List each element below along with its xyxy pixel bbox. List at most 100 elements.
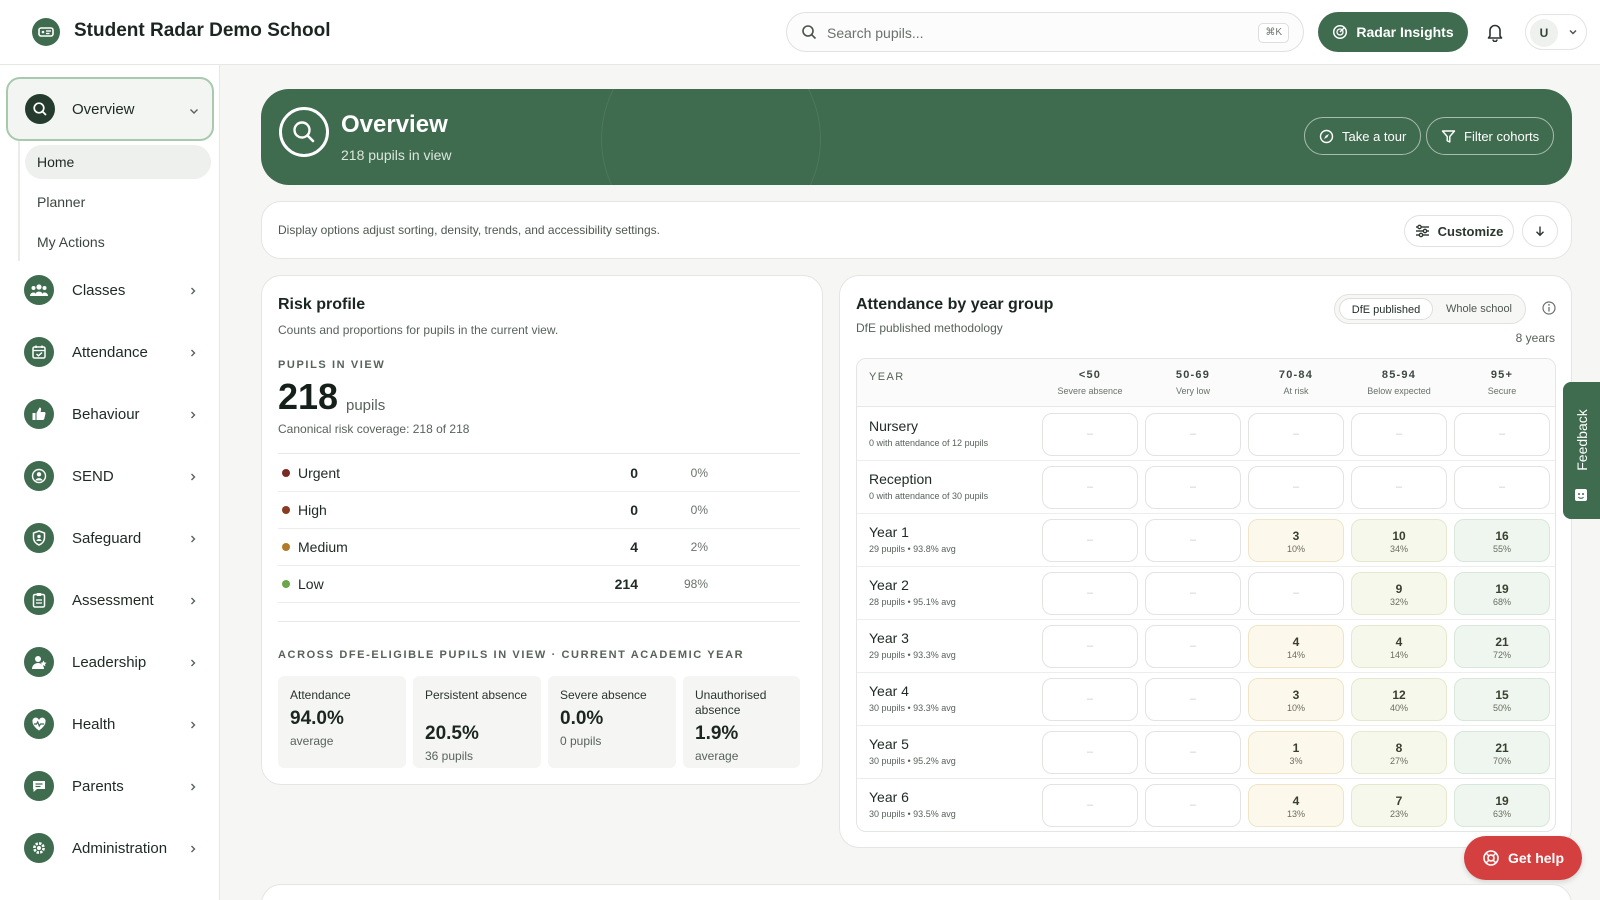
sidebar-item-overview[interactable]: Overview [6, 77, 214, 141]
attendance-cell[interactable]: 9 32% [1351, 572, 1447, 615]
attendance-cell[interactable]: 4 14% [1351, 625, 1447, 668]
year-row[interactable]: Year 4 30 pupils • 93.3% avg – –3 10% 12 40% 15… [857, 673, 1555, 726]
attendance-cell[interactable]: 4 14% [1248, 625, 1344, 668]
sidebar-item-parents[interactable]: Parents [16, 767, 206, 807]
attendance-cell[interactable]: 21 70% [1454, 731, 1550, 774]
cell-percent: 10% [1286, 544, 1305, 554]
attendance-cell[interactable]: – [1145, 731, 1241, 774]
download-button[interactable] [1522, 215, 1558, 247]
sidebar-item-health[interactable]: Health [16, 705, 206, 745]
attendance-cell[interactable]: 21 72% [1454, 625, 1550, 668]
attendance-cell[interactable]: – [1145, 678, 1241, 721]
attendance-cell[interactable]: 3 10% [1248, 678, 1344, 721]
chevron-down-icon [190, 109, 198, 114]
risk-row-urgent[interactable]: Urgent 0 0% [278, 455, 800, 492]
attendance-cell[interactable]: – [1351, 413, 1447, 456]
toggle-whole-school[interactable]: Whole school [1435, 298, 1523, 320]
attendance-cell[interactable]: – [1042, 731, 1138, 774]
year-row[interactable]: Nursery 0 with attendance of 12 pupils – – –… [857, 408, 1555, 461]
risk-dot [282, 580, 290, 588]
attendance-cell[interactable]: – [1351, 466, 1447, 509]
risk-pct: 0% [690, 466, 708, 480]
feedback-tab[interactable]: Feedback [1563, 382, 1600, 519]
risk-row-medium[interactable]: Medium 4 2% [278, 529, 800, 566]
attendance-cell[interactable]: 7 23% [1351, 784, 1447, 827]
year-row[interactable]: Year 6 30 pupils • 93.5% avg – –4 13% 7 23% 19 6… [857, 779, 1555, 831]
attendance-cell[interactable]: – [1042, 572, 1138, 615]
cell-percent: 70% [1492, 756, 1511, 766]
attendance-cell[interactable]: – [1042, 466, 1138, 509]
attendance-cell[interactable]: 8 27% [1351, 731, 1447, 774]
attendance-cell[interactable]: – [1145, 519, 1241, 562]
sidebar-item-classes[interactable]: Classes [16, 271, 206, 311]
attendance-cell[interactable]: 16 55% [1454, 519, 1550, 562]
cell-percent: 14% [1389, 650, 1408, 660]
sidebar-subitem-my-actions[interactable]: My Actions [25, 225, 211, 259]
band-header[interactable]: 70-84 At risk [1248, 369, 1344, 396]
year-row[interactable]: Year 1 29 pupils • 93.8% avg – –3 10% 10 34% 16… [857, 514, 1555, 567]
sidebar-item-send[interactable]: SEND [16, 457, 206, 497]
attendance-cell[interactable]: – [1042, 784, 1138, 827]
get-help-button[interactable]: Get help [1464, 836, 1582, 880]
attendance-cell[interactable]: 3 10% [1248, 519, 1344, 562]
attendance-cell[interactable]: 12 40% [1351, 678, 1447, 721]
user-menu[interactable]: U [1525, 14, 1587, 50]
band-header[interactable]: <50 Severe absence [1042, 369, 1138, 396]
toggle-dfe-published[interactable]: DfE published [1339, 298, 1433, 320]
attendance-cell[interactable]: 19 68% [1454, 572, 1550, 615]
attendance-cell[interactable]: 19 63% [1454, 784, 1550, 827]
cell-count: 10 [1392, 529, 1406, 543]
take-tour-button[interactable]: Take a tour [1304, 117, 1422, 155]
bell-icon[interactable] [1486, 22, 1504, 42]
attendance-cell[interactable]: – [1145, 466, 1241, 509]
radar-insights-button[interactable]: Radar Insights [1318, 12, 1468, 52]
attendance-cell[interactable]: – [1042, 678, 1138, 721]
attendance-cell[interactable]: 4 13% [1248, 784, 1344, 827]
sidebar-item-attendance[interactable]: Attendance [16, 333, 206, 373]
attendance-cell[interactable]: – [1145, 625, 1241, 668]
band-header[interactable]: 50-69 Very low [1145, 369, 1241, 396]
attendance-cell[interactable]: – [1454, 413, 1550, 456]
logo[interactable] [32, 18, 60, 46]
attendance-cell[interactable]: 15 50% [1454, 678, 1550, 721]
year-row[interactable]: Year 3 29 pupils • 93.3% avg – –4 14% 4 14% 21 7… [857, 620, 1555, 673]
attendance-cell[interactable]: – [1145, 413, 1241, 456]
attendance-cell[interactable]: – [1145, 572, 1241, 615]
year-row[interactable]: Reception 0 with attendance of 30 pupils –… [857, 461, 1555, 514]
risk-row-high[interactable]: High 0 0% [278, 492, 800, 529]
risk-row-low[interactable]: Low 214 98% [278, 566, 800, 603]
attendance-cell[interactable]: – [1248, 466, 1344, 509]
cell-percent: 34% [1389, 544, 1408, 554]
attendance-cell[interactable]: – [1145, 784, 1241, 827]
info-icon[interactable] [1542, 301, 1556, 315]
attendance-cell[interactable]: – [1248, 413, 1344, 456]
lifebuoy-icon [1483, 850, 1499, 866]
band-header[interactable]: 95+ Secure [1454, 369, 1550, 396]
sidebar-subitem-planner[interactable]: Planner [25, 185, 211, 219]
attendance-cell[interactable]: – [1042, 413, 1138, 456]
attendance-cell[interactable]: 10 34% [1351, 519, 1447, 562]
year-row[interactable]: Year 2 28 pupils • 95.1% avg – – –9 32% 19 68% [857, 567, 1555, 620]
attendance-cell[interactable]: – [1042, 625, 1138, 668]
year-name: Year 6 [869, 789, 909, 805]
stat-label: Severe absence [560, 688, 647, 702]
sidebar-item-leadership[interactable]: Leadership [16, 643, 206, 683]
search-input[interactable] [827, 22, 1227, 44]
sidebar-subitem-home[interactable]: Home [25, 145, 211, 179]
attendance-cell[interactable]: – [1042, 519, 1138, 562]
year-row[interactable]: Year 5 30 pupils • 95.2% avg – –1 3% 8 27% 21 70… [857, 726, 1555, 779]
sidebar-item-assessment[interactable]: Assessment [16, 581, 206, 621]
customize-button[interactable]: Customize [1404, 215, 1514, 247]
sidebar-item-administration[interactable]: Administration [16, 829, 206, 869]
sidebar-item-safeguard[interactable]: Safeguard [16, 519, 206, 559]
stat-label: Unauthorised absence [695, 688, 767, 717]
filter-cohorts-button[interactable]: Filter cohorts [1426, 117, 1555, 155]
search-box[interactable]: ⌘K [786, 12, 1304, 52]
year-name: Year 4 [869, 683, 909, 699]
cell-count: 19 [1495, 794, 1509, 808]
sidebar-item-behaviour[interactable]: Behaviour [16, 395, 206, 435]
band-header[interactable]: 85-94 Below expected [1351, 369, 1447, 396]
attendance-cell[interactable]: – [1248, 572, 1344, 615]
attendance-cell[interactable]: 1 3% [1248, 731, 1344, 774]
attendance-cell[interactable]: – [1454, 466, 1550, 509]
